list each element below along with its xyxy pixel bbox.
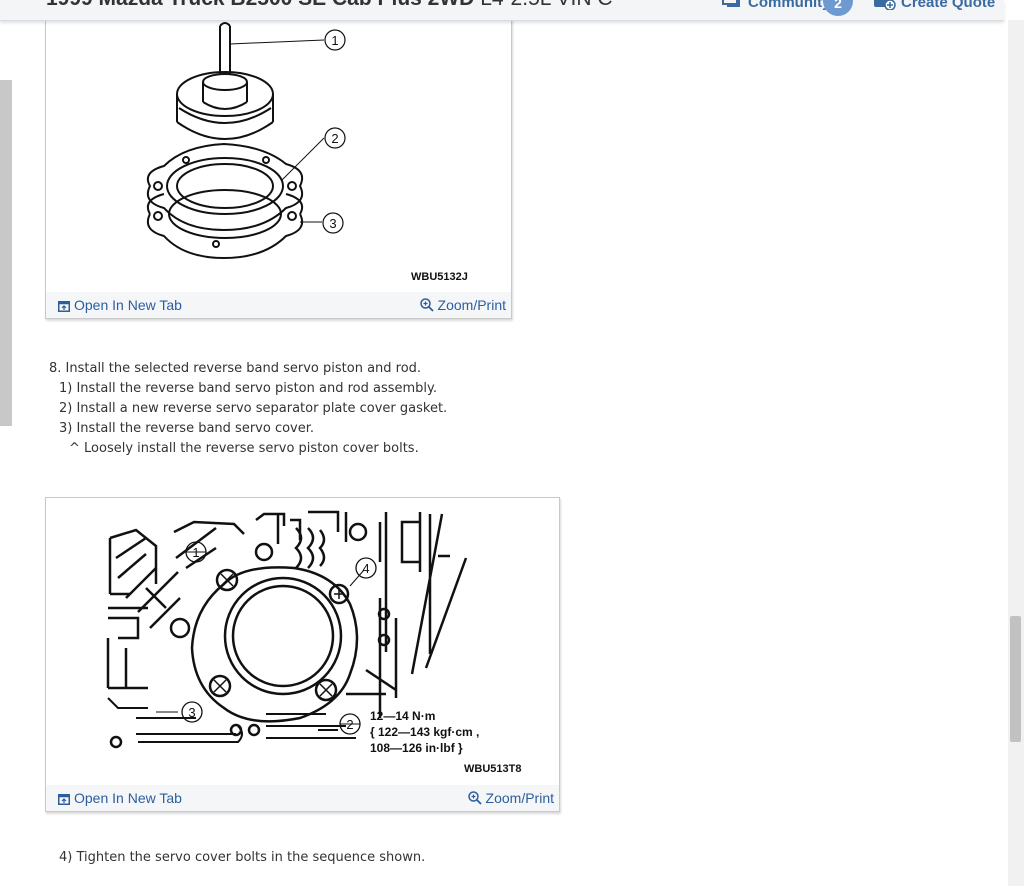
callout-1: 1 [331, 33, 338, 48]
page-header: 1999 Mazda Truck B2500 SE Cab Plus 2WD L… [0, 0, 1004, 21]
figure-code: WBU513T8 [464, 763, 522, 775]
zoom-print-label: Zoom/Print [485, 790, 554, 806]
zoom-print-label: Zoom/Print [437, 297, 506, 313]
figure-toolbar: Open In New Tab Zoom/Print [46, 785, 559, 811]
community-icon [722, 0, 740, 7]
callout-2: 2 [331, 131, 338, 146]
sub-step-1: 1) Install the reverse band servo piston… [59, 381, 437, 396]
step-8: 8. Install the selected reverse band ser… [49, 361, 422, 376]
left-gutter [0, 80, 12, 426]
community-count-badge: 2 [823, 0, 853, 16]
create-quote-label: Create Quote [901, 0, 996, 11]
vehicle-engine: L4-2.5L VIN C [480, 0, 612, 10]
step-4: 4) Tighten the servo cover bolts in the … [59, 850, 426, 865]
callout-2: 2 [346, 717, 353, 732]
install-steps: 8. Install the selected reverse band ser… [49, 359, 447, 459]
servo-piston-diagram: 1 2 3 [146, 22, 346, 260]
vehicle-title: 1999 Mazda Truck B2500 SE Cab Plus 2WD L… [46, 0, 613, 11]
open-in-new-tab-link[interactable]: Open In New Tab [58, 790, 182, 806]
figure-servo-cover: 1 2 3 4 12—14 N·m { 122—143 kgf·cm , 108… [45, 497, 560, 812]
servo-cover-diagram: 1 2 3 4 [106, 510, 468, 749]
scrollbar[interactable] [1008, 20, 1024, 886]
step-note: ^ Loosely install the reverse servo pist… [69, 441, 419, 456]
callout-3: 3 [329, 216, 336, 231]
new-tab-icon [58, 794, 70, 805]
community-label: Community [748, 0, 831, 11]
torque-spec: 12—14 N·m { 122—143 kgf·cm , 108—126 in·… [370, 708, 479, 756]
callout-4: 4 [362, 561, 369, 576]
zoom-print-link[interactable]: Zoom/Print [419, 297, 506, 313]
callout-3: 3 [188, 705, 195, 720]
scrollbar-thumb[interactable] [1010, 616, 1021, 742]
figure-servo-piston: 1 2 3 WBU5132J Open In New Tab Zoom/Prin… [45, 0, 512, 319]
create-quote-icon [874, 0, 896, 10]
callout-1: 1 [192, 545, 199, 560]
figure-toolbar: Open In New Tab Zoom/Print [46, 292, 511, 318]
figure-code: WBU5132J [411, 271, 468, 283]
sub-step-2: 2) Install a new reverse servo separator… [59, 401, 448, 416]
torque-inlbf: 108—126 in·lbf } [370, 741, 463, 755]
torque-nm: 12—14 N·m [370, 709, 436, 723]
open-in-new-tab-label: Open In New Tab [74, 297, 182, 313]
zoom-in-icon [467, 791, 482, 805]
vehicle-name: 1999 Mazda Truck B2500 SE Cab Plus 2WD [46, 0, 474, 10]
torque-kgfcm: { 122—143 kgf·cm , [370, 725, 480, 739]
zoom-in-icon [419, 298, 434, 312]
open-in-new-tab-link[interactable]: Open In New Tab [58, 297, 182, 313]
sub-step-3: 3) Install the reverse band servo cover. [59, 421, 315, 436]
zoom-print-link[interactable]: Zoom/Print [467, 790, 554, 806]
open-in-new-tab-label: Open In New Tab [74, 790, 182, 806]
new-tab-icon [58, 301, 70, 312]
